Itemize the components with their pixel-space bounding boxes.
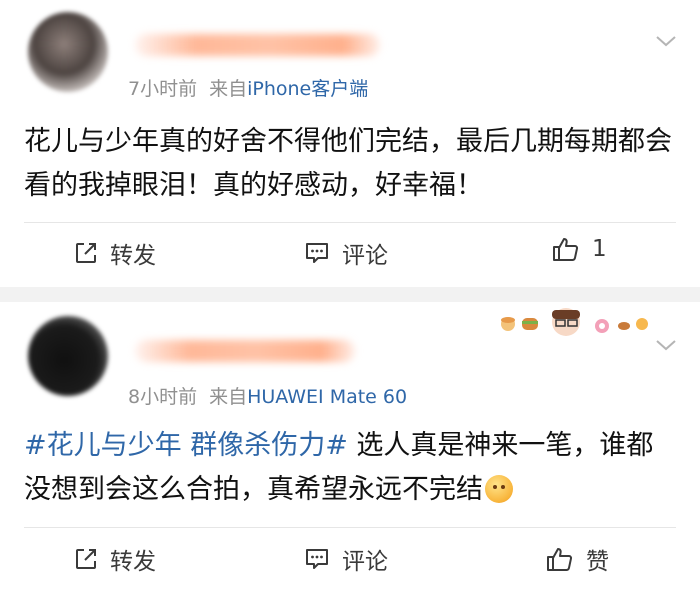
repost-icon (76, 549, 96, 569)
comment-icon (306, 549, 328, 569)
thumbs-up-icon (553, 238, 579, 261)
avatar[interactable] (28, 12, 108, 92)
post-source[interactable]: iPhone客户端 (247, 78, 368, 100)
username-redacted[interactable] (135, 34, 380, 56)
divider (24, 527, 676, 528)
smiley-emoji-icon (485, 474, 513, 503)
post-card[interactable]: 7小时前 来自iPhone客户端 花儿与少年真的好舍不得他们完结，最后几期每期都会… (0, 0, 700, 287)
decorative-stickers (501, 308, 648, 336)
like-button[interactable]: 1 (552, 236, 607, 262)
like-label: 赞 (586, 549, 609, 575)
chevron-down-icon[interactable] (654, 32, 678, 50)
post-content: #花儿与少年 群像杀伤力# 选人真是神来一笔，谁都没想到会这么合拍，真希望永远不… (24, 424, 676, 512)
post-meta: 8小时前 来自HUAWEI Mate 60 (128, 382, 407, 409)
source-prefix: 来自 (209, 386, 248, 408)
username-redacted[interactable] (135, 340, 355, 362)
like-count: 1 (592, 236, 607, 262)
chevron-down-icon[interactable] (654, 336, 678, 354)
comment-button[interactable]: 评论 (304, 542, 388, 576)
post-time: 7小时前 (128, 78, 198, 100)
post-text: 花儿与少年真的好舍不得他们完结，最后几期每期都会看的我掉眼泪！真的好感动，好幸福… (24, 126, 672, 201)
like-button[interactable]: 赞 (546, 542, 609, 576)
comment-label: 评论 (342, 549, 388, 575)
post-card[interactable]: 8小时前 来自HUAWEI Mate 60 #花儿与少年 群像杀伤力# 选人真是神… (0, 302, 700, 605)
repost-label: 转发 (110, 243, 156, 269)
post-meta: 7小时前 来自iPhone客户端 (128, 74, 368, 101)
comment-icon (306, 243, 328, 263)
source-prefix: 来自 (209, 78, 248, 100)
thumbs-up-icon (547, 548, 573, 571)
comment-button[interactable]: 评论 (304, 236, 388, 270)
divider (24, 222, 676, 223)
repost-button[interactable]: 转发 (74, 542, 156, 576)
hashtag-link[interactable]: #花儿与少年 群像杀伤力# (24, 430, 348, 461)
comment-label: 评论 (342, 243, 388, 269)
post-content: 花儿与少年真的好舍不得他们完结，最后几期每期都会看的我掉眼泪！真的好感动，好幸福… (24, 120, 676, 208)
post-time: 8小时前 (128, 386, 198, 408)
avatar[interactable] (28, 316, 108, 396)
repost-label: 转发 (110, 549, 156, 575)
post-source[interactable]: HUAWEI Mate 60 (247, 386, 407, 408)
repost-icon (76, 243, 96, 263)
repost-button[interactable]: 转发 (74, 236, 156, 270)
